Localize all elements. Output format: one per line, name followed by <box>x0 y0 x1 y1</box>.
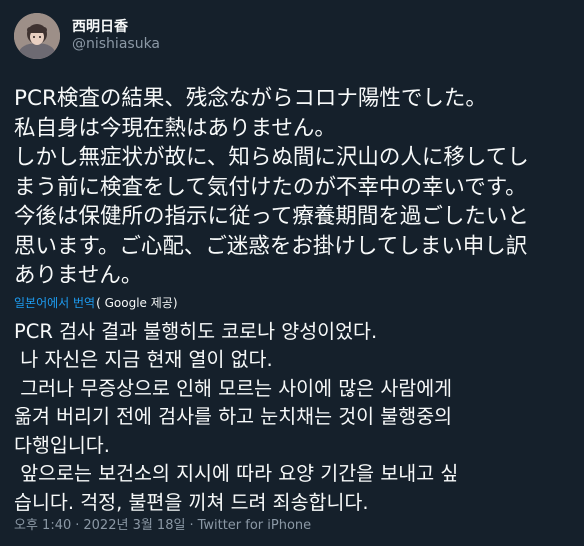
tweet-source[interactable]: Twitter for iPhone <box>198 518 312 533</box>
meta-separator: · <box>75 518 80 533</box>
tweet-time[interactable]: 오후 1:40 <box>14 518 71 533</box>
author-display-name[interactable]: 西明日香 <box>72 19 160 37</box>
tweet-card: 西明日香 @nishiasuka PCR検査の結果、残念ながらコロナ陽性でした。… <box>0 0 584 546</box>
meta-separator: · <box>189 518 194 533</box>
translation-attribution: 일본어에서 번역 ( Google 제공) <box>14 294 570 312</box>
tweet-original-text: PCR検査の結果、残念ながらコロナ陽性でした。 私自身は今現在熱はありません。 … <box>14 86 529 288</box>
tweet-metadata: 오후 1:40 · 2022년 3월 18일 · Twitter for iPhone <box>14 514 311 533</box>
author-names: 西明日香 @nishiasuka <box>72 19 160 54</box>
tweet-header: 西明日香 @nishiasuka <box>14 12 570 60</box>
tweet-date[interactable]: 2022년 3월 18일 <box>83 518 185 533</box>
translated-from-link[interactable]: 일본어에서 번역 <box>14 294 95 312</box>
tweet-translated-text: PCR 검사 결과 불행히도 코로나 양성이었다. 나 자신은 지금 현재 열이… <box>14 319 459 514</box>
translation-provider: ( Google 제공) <box>96 295 178 310</box>
author-handle[interactable]: @nishiasuka <box>72 36 160 54</box>
avatar[interactable] <box>14 13 60 59</box>
